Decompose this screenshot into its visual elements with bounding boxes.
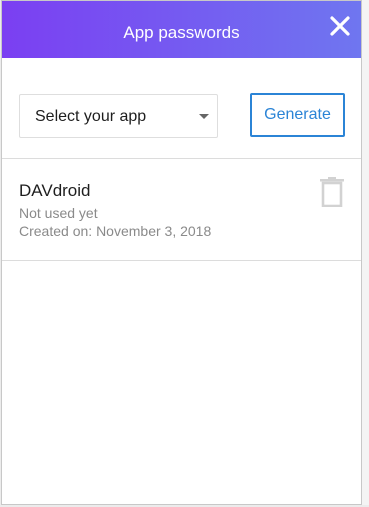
chevron-down-icon <box>199 114 209 119</box>
app-select-dropdown[interactable]: Select your app <box>19 94 218 138</box>
trash-icon <box>320 177 344 208</box>
app-password-item: DAVdroid Not used yet Created on: Novemb… <box>2 159 361 261</box>
created-label: Created on: <box>19 223 93 239</box>
app-password-name: DAVdroid <box>19 181 91 200</box>
app-password-created: Created on: November 3, 2018 <box>19 223 211 239</box>
app-password-toolbar: Select your app Generate <box>2 58 361 159</box>
app-passwords-dialog: App passwords Select your app Generate D… <box>1 0 362 505</box>
delete-password-button[interactable] <box>320 177 344 208</box>
app-password-usage: Not used yet <box>19 205 98 221</box>
close-icon <box>330 16 350 36</box>
app-select-value: Select your app <box>35 108 147 125</box>
dialog-title: App passwords <box>123 23 240 42</box>
background-edge-right <box>362 0 369 507</box>
generate-button[interactable]: Generate <box>250 93 345 137</box>
created-date: November 3, 2018 <box>96 223 212 239</box>
dialog-header: App passwords <box>2 1 361 58</box>
close-button[interactable] <box>329 15 351 37</box>
